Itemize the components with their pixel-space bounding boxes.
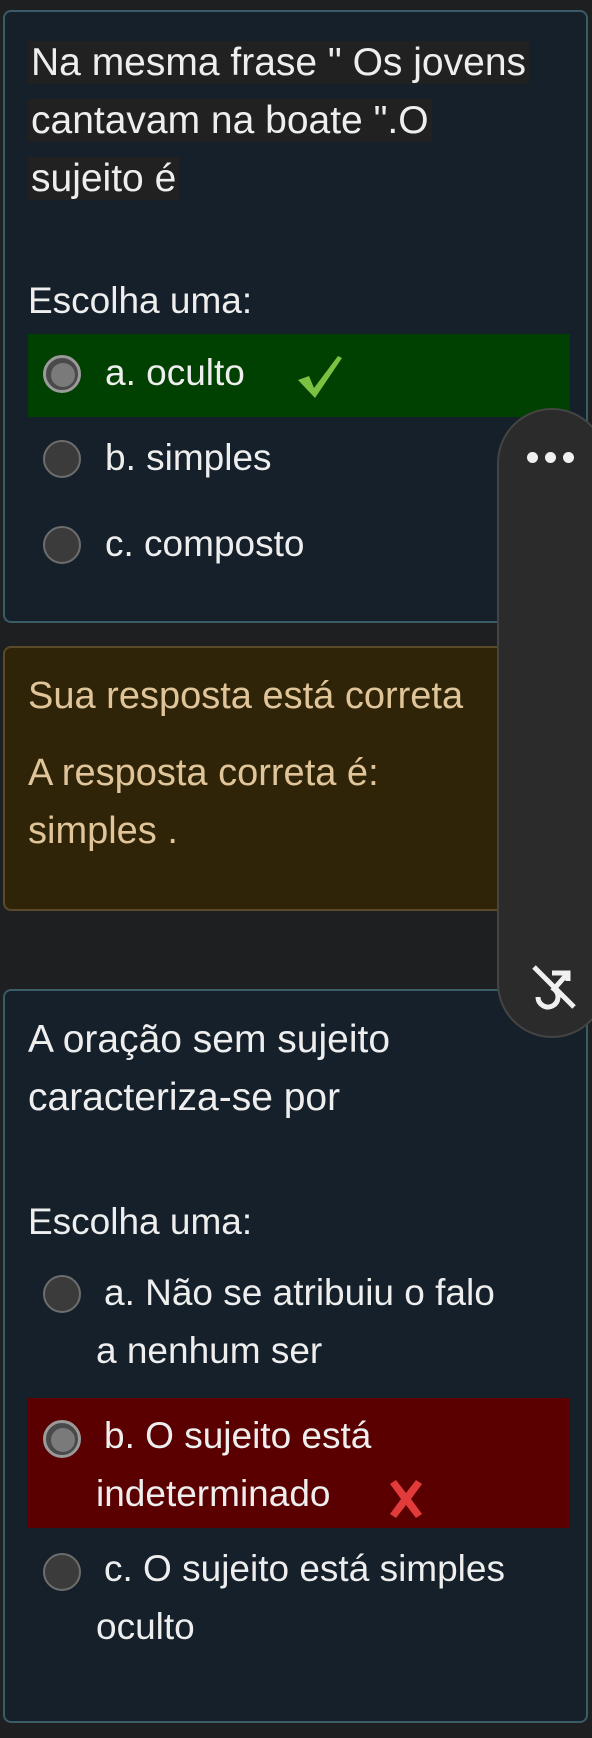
radio-button[interactable]	[43, 1275, 81, 1313]
hide-overlay-icon[interactable]	[528, 963, 578, 1011]
correct-answer-label: A resposta correta é:	[28, 752, 379, 794]
option-label-line: oculto	[96, 1606, 195, 1647]
option-label-line: c. O sujeito está simples	[104, 1548, 505, 1589]
option-a[interactable]: a. Não se atribuiu o falo a nenhum ser	[28, 1268, 570, 1396]
option-label-line: indeterminado	[96, 1473, 331, 1514]
radio-button[interactable]	[43, 355, 81, 393]
radio-button[interactable]	[43, 526, 81, 564]
choose-label: Escolha uma:	[28, 280, 253, 321]
question-line: A oração sem sujeito	[28, 1018, 391, 1061]
feedback-result: Sua resposta está correta	[28, 675, 464, 717]
option-label: b. simples	[105, 437, 272, 478]
cross-icon	[390, 1480, 422, 1518]
floating-overlay-panel[interactable]	[497, 408, 592, 1038]
question-line: Na mesma frase " Os jovens	[28, 41, 530, 84]
correct-answer-value: simples .	[28, 810, 178, 852]
question-text: Na mesma frase " Os jovens cantavam na b…	[28, 34, 568, 208]
option-a[interactable]: a. oculto	[28, 334, 570, 417]
question-text: A oração sem sujeito caracteriza-se por	[28, 1011, 568, 1127]
question-line: cantavam na boate ".O	[28, 99, 432, 142]
option-label-line: a. Não se atribuiu o falo	[104, 1272, 495, 1313]
option-c[interactable]: c. O sujeito está simples oculto	[28, 1531, 570, 1659]
question-line: sujeito é	[28, 157, 180, 200]
option-b[interactable]: b. simples	[28, 419, 570, 502]
option-label: a. oculto	[105, 352, 245, 393]
check-icon	[298, 356, 342, 398]
option-label: c. O sujeito está simples oculto	[96, 1540, 574, 1656]
option-label-line: a nenhum ser	[96, 1330, 323, 1371]
option-b[interactable]: b. O sujeito está indeterminado	[28, 1398, 570, 1528]
question-card-2: A oração sem sujeito caracteriza-se por …	[3, 989, 588, 1723]
option-label: a. Não se atribuiu o falo a nenhum ser	[96, 1264, 574, 1380]
more-dots-icon[interactable]	[527, 450, 581, 468]
radio-button[interactable]	[43, 1420, 81, 1458]
radio-button[interactable]	[43, 440, 81, 478]
option-c[interactable]: c. composto	[28, 505, 570, 588]
choose-label: Escolha uma:	[28, 1201, 253, 1242]
radio-button[interactable]	[43, 1553, 81, 1591]
option-label: c. composto	[105, 523, 305, 564]
option-label: b. O sujeito está indeterminado	[96, 1407, 574, 1523]
option-label-line: b. O sujeito está	[104, 1415, 372, 1456]
question-line: caracteriza-se por	[28, 1076, 341, 1119]
